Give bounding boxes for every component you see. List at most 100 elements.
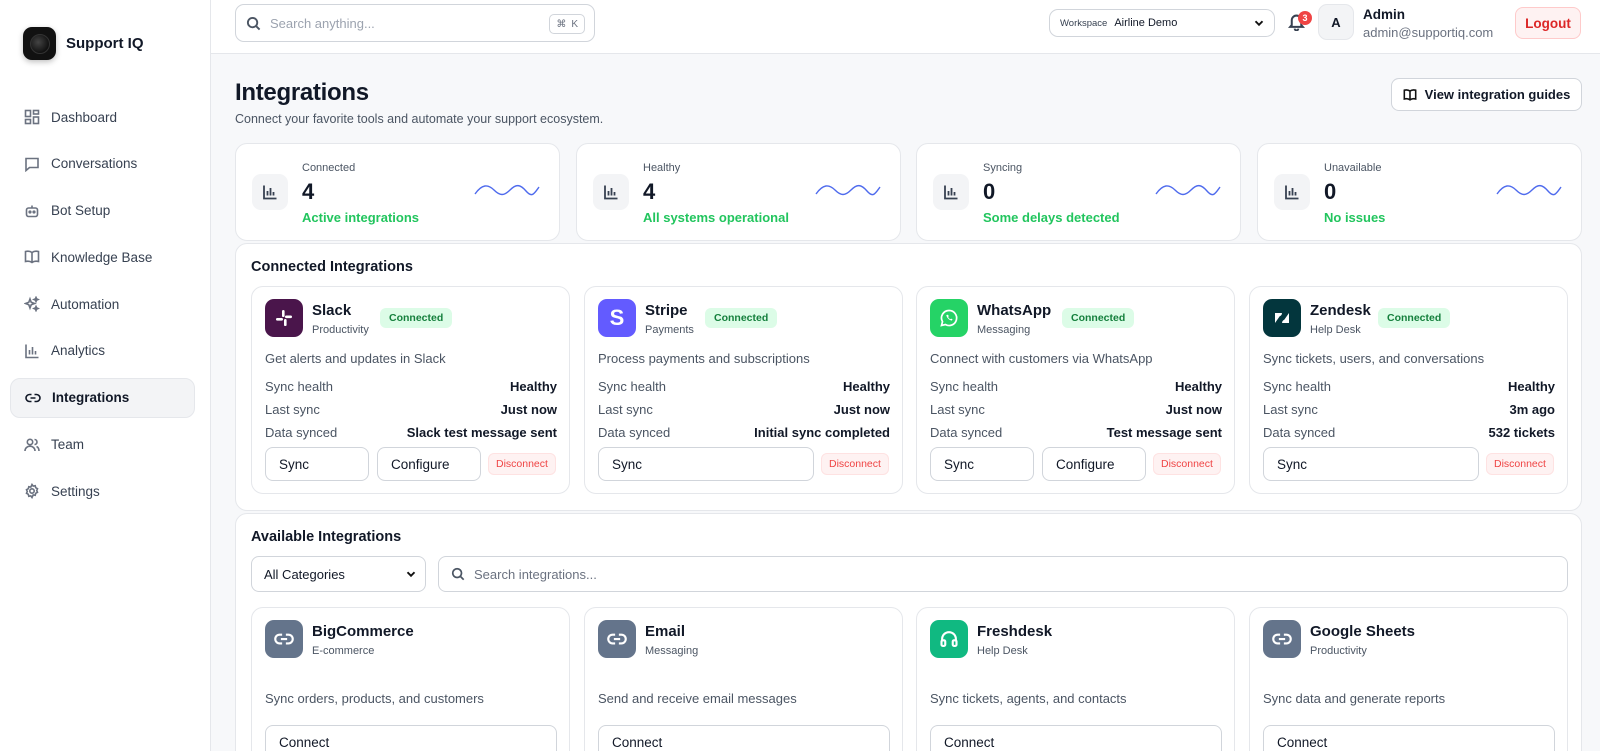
- avatar[interactable]: A: [1318, 4, 1354, 40]
- integration-category: Productivity: [1310, 645, 1367, 657]
- headset-icon: [930, 620, 968, 658]
- disconnect-button[interactable]: Disconnect: [821, 453, 889, 475]
- sidebar-item-team[interactable]: Team: [10, 425, 195, 465]
- data-synced-row: Data synced Slack test message sent: [265, 425, 557, 440]
- integration-description: Sync data and generate reports: [1263, 691, 1446, 706]
- data-synced-row: Data synced Initial sync completed: [598, 425, 890, 440]
- view-guides-button[interactable]: View integration guides: [1391, 78, 1582, 111]
- integration-search-input[interactable]: [474, 566, 1374, 582]
- disconnect-button[interactable]: Disconnect: [1486, 453, 1554, 475]
- sidebar-item-label: Integrations: [52, 390, 130, 406]
- slack-icon: [265, 299, 303, 337]
- sidebar-nav: Dashboard Conversations Bot Setup Knowle…: [10, 97, 195, 518]
- user-email: admin@supportiq.com: [1363, 25, 1494, 40]
- stat-status: No issues: [1324, 210, 1386, 225]
- sidebar-item-settings[interactable]: Settings: [10, 471, 195, 511]
- stat-card-healthy: Healthy 4 All systems operational: [576, 143, 901, 241]
- sync-health-row: Sync health Healthy: [598, 379, 890, 394]
- workspace-select[interactable]: Workspace Airline Demo: [1049, 9, 1275, 37]
- last-sync-row: Last sync Just now: [265, 402, 557, 417]
- sparkline-icon: [1496, 184, 1562, 196]
- sidebar-item-analytics[interactable]: Analytics: [10, 331, 195, 371]
- integration-card-stripe: S Stripe Payments Connected Process paym…: [584, 286, 903, 494]
- stat-card-unavailable: Unavailable 0 No issues: [1257, 143, 1582, 241]
- stat-status: Active integrations: [302, 210, 420, 225]
- link-icon: [25, 393, 41, 403]
- configure-button[interactable]: Configure: [1042, 447, 1146, 481]
- brand-name: Support IQ: [66, 35, 144, 52]
- sync-health-row: Sync health Healthy: [265, 379, 557, 394]
- bar-chart-icon: [593, 174, 629, 210]
- bar-chart-icon: [25, 344, 39, 359]
- section-title: Connected Integrations: [251, 259, 413, 275]
- data-synced-row: Data synced Test message sent: [930, 425, 1222, 440]
- stat-value: 0: [1324, 179, 1337, 204]
- last-sync-row: Last sync 3m ago: [1263, 402, 1555, 417]
- available-card-google-sheets: Google Sheets Productivity Sync data and…: [1249, 607, 1568, 751]
- workspace-value: Airline Demo: [1114, 17, 1178, 29]
- stripe-icon: S: [598, 299, 636, 337]
- sidebar-item-label: Automation: [51, 296, 120, 312]
- link-icon: [265, 620, 303, 658]
- sidebar-item-dashboard[interactable]: Dashboard: [10, 97, 195, 137]
- sidebar-item-integrations[interactable]: Integrations: [10, 377, 195, 418]
- available-card-bigcommerce: BigCommerce E-commerce Sync orders, prod…: [251, 607, 570, 751]
- stat-label: Connected: [302, 162, 356, 174]
- brand-logo-icon: [23, 27, 56, 60]
- bar-chart-icon: [252, 174, 288, 210]
- shortcut-key: K: [571, 18, 578, 30]
- sparkles-icon: [24, 296, 40, 313]
- connect-button[interactable]: Connect: [598, 725, 890, 751]
- stat-card-syncing: Syncing 0 Some delays detected: [916, 143, 1241, 241]
- section-title: Available Integrations: [251, 529, 402, 545]
- brand[interactable]: Support IQ: [23, 27, 144, 60]
- zendesk-icon: [1263, 299, 1301, 337]
- sidebar-item-knowledge-base[interactable]: Knowledge Base: [10, 237, 195, 277]
- book-icon: [1403, 88, 1417, 101]
- link-icon: [1263, 620, 1301, 658]
- notifications-button[interactable]: 3: [1285, 8, 1312, 32]
- global-search[interactable]: ⌘ K: [235, 4, 595, 42]
- category-select-value: All Categories: [264, 566, 345, 582]
- search-input[interactable]: [270, 15, 540, 31]
- sidebar-item-bot-setup[interactable]: Bot Setup: [10, 191, 195, 231]
- connect-button[interactable]: Connect: [265, 725, 557, 751]
- sync-button[interactable]: Sync: [1263, 447, 1479, 481]
- sidebar-item-conversations[interactable]: Conversations: [10, 144, 195, 184]
- notifications-badge: 3: [1298, 11, 1312, 25]
- sidebar-item-automation[interactable]: Automation: [10, 284, 195, 324]
- available-integrations-section: Available Integrations All Categories Bi…: [235, 513, 1582, 751]
- stats-row: Connected 4 Active integrations Healthy …: [235, 143, 1582, 241]
- stat-label: Healthy: [643, 162, 681, 174]
- chat-icon: [25, 157, 39, 172]
- integration-name: BigCommerce: [312, 623, 414, 640]
- disconnect-button[interactable]: Disconnect: [488, 453, 556, 475]
- sync-button[interactable]: Sync: [930, 447, 1034, 481]
- connect-button[interactable]: Connect: [930, 725, 1222, 751]
- integration-search[interactable]: [438, 556, 1568, 592]
- stat-label: Syncing: [983, 162, 1023, 174]
- connected-integrations-section: Connected Integrations Slack Productivit…: [235, 243, 1582, 511]
- user-name: Admin: [1363, 7, 1405, 22]
- last-sync-row: Last sync Just now: [930, 402, 1222, 417]
- status-badge: Connected: [705, 308, 778, 328]
- integration-card-slack: Slack Productivity Connected Get alerts …: [251, 286, 570, 494]
- logout-button[interactable]: Logout: [1515, 7, 1581, 39]
- disconnect-button[interactable]: Disconnect: [1153, 453, 1221, 475]
- bar-chart-icon: [1274, 174, 1310, 210]
- configure-button[interactable]: Configure: [377, 447, 481, 481]
- category-select[interactable]: All Categories: [251, 556, 426, 592]
- sidebar-item-label: Bot Setup: [51, 203, 111, 219]
- stat-value: 4: [302, 179, 315, 204]
- connect-button[interactable]: Connect: [1263, 725, 1555, 751]
- data-synced-row: Data synced 532 tickets: [1263, 425, 1555, 440]
- sidebar-item-label: Team: [51, 437, 85, 453]
- available-card-email: Email Messaging Send and receive email m…: [584, 607, 903, 751]
- integration-name: Zendesk: [1310, 302, 1371, 319]
- page-subtitle: Connect your favorite tools and automate…: [235, 112, 604, 126]
- sync-button[interactable]: Sync: [598, 447, 814, 481]
- search-icon: [246, 16, 261, 30]
- sync-button[interactable]: Sync: [265, 447, 369, 481]
- sidebar-item-label: Knowledge Base: [51, 249, 153, 265]
- integration-name: WhatsApp: [977, 302, 1052, 319]
